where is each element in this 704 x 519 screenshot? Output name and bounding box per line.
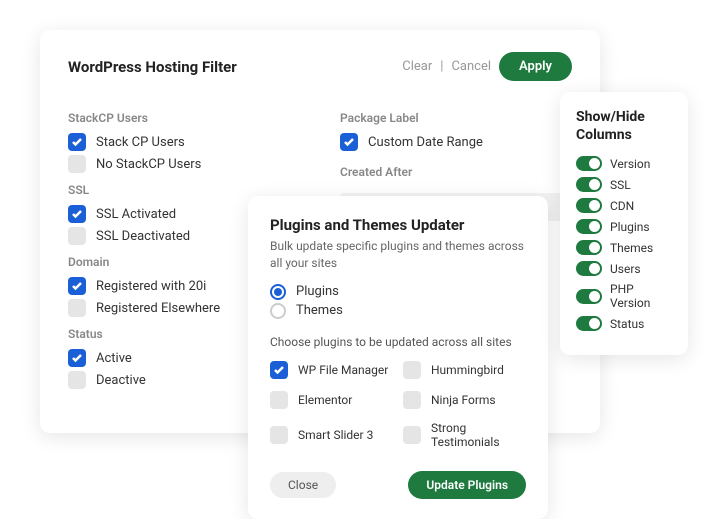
updater-title: Plugins and Themes Updater — [270, 216, 526, 234]
updater-panel: Plugins and Themes Updater Bulk update s… — [248, 196, 548, 519]
checkbox-label: Active — [96, 351, 132, 366]
checkbox-icon — [270, 361, 288, 379]
toggle-icon — [576, 177, 602, 192]
toggle-icon — [576, 219, 602, 234]
divider: | — [440, 59, 443, 74]
columns-title: Show/Hide Columns — [576, 108, 672, 144]
radio-themes[interactable]: Themes — [270, 303, 526, 319]
apply-button[interactable]: Apply — [499, 52, 572, 81]
checkbox-elementor[interactable]: Elementor — [270, 391, 393, 409]
toggle-icon — [576, 316, 602, 331]
toggle-label: Status — [610, 317, 644, 331]
checkbox-icon — [270, 391, 288, 409]
checkbox-label: Deactive — [96, 373, 146, 388]
checkbox-ninja-forms[interactable]: Ninja Forms — [403, 391, 526, 409]
checkbox-icon — [68, 277, 86, 295]
toggle-themes[interactable]: Themes — [576, 240, 672, 255]
toggle-icon — [576, 289, 602, 304]
close-button[interactable]: Close — [270, 472, 336, 498]
radio-label: Plugins — [296, 284, 339, 299]
toggle-users[interactable]: Users — [576, 261, 672, 276]
checkbox-label: Ninja Forms — [431, 393, 496, 407]
choose-plugins-label: Choose plugins to be updated across all … — [270, 335, 526, 349]
checkbox-hummingbird[interactable]: Hummingbird — [403, 361, 526, 379]
checkbox-label: Registered with 20i — [96, 279, 206, 294]
toggle-label: Themes — [610, 241, 653, 255]
checkbox-no-stackcp[interactable]: No StackCP Users — [68, 155, 300, 173]
checkbox-icon — [403, 391, 421, 409]
checkbox-icon — [68, 133, 86, 151]
checkbox-wp-file-manager[interactable]: WP File Manager — [270, 361, 393, 379]
checkbox-smart-slider[interactable]: Smart Slider 3 — [270, 421, 393, 449]
toggle-icon — [576, 198, 602, 213]
checkbox-icon — [68, 371, 86, 389]
toggle-cdn[interactable]: CDN — [576, 198, 672, 213]
checkbox-label: SSL Deactivated — [96, 229, 190, 244]
toggle-icon — [576, 240, 602, 255]
checkbox-label: Smart Slider 3 — [298, 428, 373, 442]
plugin-grid: WP File Manager Hummingbird Elementor Ni… — [270, 357, 526, 453]
toggle-label: SSL — [610, 178, 631, 192]
toggle-plugins[interactable]: Plugins — [576, 219, 672, 234]
checkbox-icon — [68, 227, 86, 245]
toggle-status[interactable]: Status — [576, 316, 672, 331]
checkbox-label: Custom Date Range — [368, 135, 483, 150]
radio-icon — [270, 284, 286, 300]
checkbox-icon — [68, 349, 86, 367]
clear-link[interactable]: Clear — [402, 59, 432, 74]
checkbox-label: Elementor — [298, 393, 352, 407]
toggle-icon — [576, 156, 602, 171]
radio-plugins[interactable]: Plugins — [270, 284, 526, 300]
group-stackcp-label: StackCP Users — [68, 111, 300, 125]
group-ssl-label: SSL — [68, 183, 300, 197]
checkbox-icon — [270, 426, 288, 444]
checkbox-stackcp-users[interactable]: Stack CP Users — [68, 133, 300, 151]
toggle-php-version[interactable]: PHP Version — [576, 282, 672, 310]
toggle-version[interactable]: Version — [576, 156, 672, 171]
checkbox-label: Stack CP Users — [96, 135, 185, 150]
toggle-icon — [576, 261, 602, 276]
checkbox-strong-testimonials[interactable]: Strong Testimonials — [403, 421, 526, 449]
radio-icon — [270, 303, 286, 319]
checkbox-icon — [403, 361, 421, 379]
checkbox-label: WP File Manager — [298, 363, 388, 377]
cancel-link[interactable]: Cancel — [451, 59, 491, 74]
filter-header: WordPress Hosting Filter Clear | Cancel … — [68, 52, 572, 81]
checkbox-label: Strong Testimonials — [431, 421, 526, 449]
update-plugins-button[interactable]: Update Plugins — [408, 471, 526, 499]
updater-subtitle: Bulk update specific plugins and themes … — [270, 238, 526, 272]
checkbox-label: Hummingbird — [431, 363, 504, 377]
toggle-label: PHP Version — [610, 282, 672, 310]
toggle-ssl[interactable]: SSL — [576, 177, 672, 192]
checkbox-icon — [68, 155, 86, 173]
checkbox-icon — [68, 205, 86, 223]
columns-panel: Show/Hide Columns Version SSL CDN Plugin… — [560, 92, 688, 355]
radio-label: Themes — [296, 303, 343, 318]
group-created-label: Created After — [340, 165, 572, 179]
checkbox-icon — [403, 426, 421, 444]
checkbox-icon — [340, 133, 358, 151]
filter-title: WordPress Hosting Filter — [68, 58, 237, 76]
checkbox-label: SSL Activated — [96, 207, 176, 222]
checkbox-label: No StackCP Users — [96, 157, 201, 172]
filter-actions: Clear | Cancel Apply — [402, 52, 572, 81]
updater-footer: Close Update Plugins — [270, 471, 526, 499]
toggle-label: CDN — [610, 199, 634, 213]
toggle-label: Version — [610, 157, 650, 171]
checkbox-icon — [68, 299, 86, 317]
group-package-label: Package Label — [340, 111, 572, 125]
toggle-label: Users — [610, 262, 641, 276]
toggle-label: Plugins — [610, 220, 650, 234]
checkbox-label: Registered Elsewhere — [96, 301, 220, 316]
checkbox-custom-date-range[interactable]: Custom Date Range — [340, 133, 572, 151]
